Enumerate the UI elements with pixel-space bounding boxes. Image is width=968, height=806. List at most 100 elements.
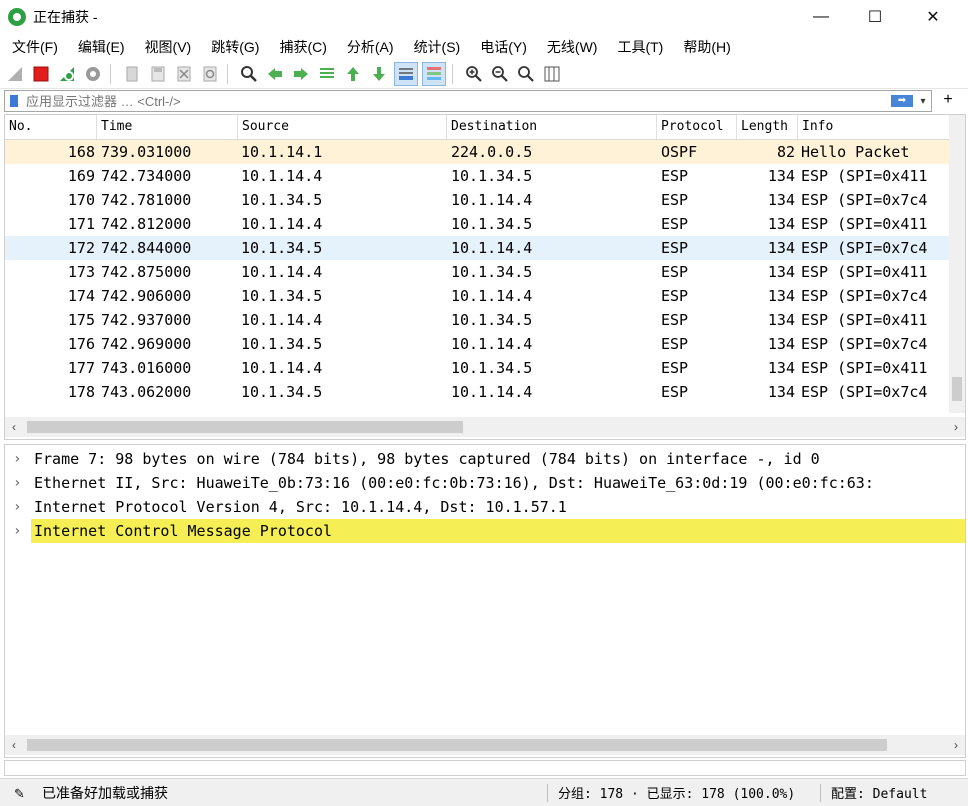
filter-dropdown-icon[interactable]: ▾ [915,96,931,107]
menu-statistics[interactable]: 统计(S) [402,37,469,57]
find-packet-icon[interactable] [238,63,260,85]
close-file-icon[interactable] [173,63,195,85]
column-header-source[interactable]: Source [238,115,447,139]
zoom-normal-icon[interactable] [515,63,537,85]
cell-protocol: ESP [661,215,689,233]
horizontal-scroll-thumb[interactable] [27,739,887,751]
go-forward-icon[interactable] [290,63,312,85]
column-header-destination[interactable]: Destination [447,115,657,139]
detail-tree-item-frame[interactable]: › Frame 7: 98 bytes on wire (784 bits), … [5,447,965,471]
menu-analyze[interactable]: 分析(A) [335,37,402,57]
cell-protocol: ESP [661,191,689,209]
detail-tree-item-ipv4[interactable]: › Internet Protocol Version 4, Src: 10.1… [5,495,965,519]
column-header-protocol[interactable]: Protocol [657,115,737,139]
stop-capture-icon[interactable] [30,63,52,85]
resize-columns-icon[interactable] [541,63,563,85]
toolbar-separator [452,64,453,84]
edit-comment-icon[interactable]: ✎ [14,786,28,801]
expand-chevron-icon[interactable]: › [13,471,27,495]
packet-row[interactable]: 171 742.812000 10.1.14.4 10.1.34.5 ESP 1… [5,212,965,236]
scroll-right-icon[interactable]: › [947,738,965,752]
cell-destination: 10.1.34.5 [451,215,533,233]
menu-tools[interactable]: 工具(T) [605,37,671,57]
packet-row[interactable]: 170 742.781000 10.1.34.5 10.1.14.4 ESP 1… [5,188,965,212]
packet-row[interactable]: 176 742.969000 10.1.34.5 10.1.14.4 ESP 1… [5,332,965,356]
cell-length: 134 [767,359,795,377]
scroll-right-icon[interactable]: › [947,420,965,434]
zoom-out-icon[interactable] [489,63,511,85]
cell-destination: 10.1.14.4 [451,287,533,305]
detail-tree-item-ethernet[interactable]: › Ethernet II, Src: HuaweiTe_0b:73:16 (0… [5,471,965,495]
menu-view[interactable]: 视图(V) [133,37,200,57]
menu-telephony[interactable]: 电话(Y) [468,37,535,57]
restart-capture-icon[interactable] [56,63,78,85]
bookmark-icon[interactable] [10,95,18,107]
close-button[interactable]: ✕ [904,0,962,34]
reload-file-icon[interactable] [199,63,221,85]
cell-time: 743.016000 [101,359,192,377]
start-capture-icon[interactable] [4,63,26,85]
menu-wireless[interactable]: 无线(W) [535,37,606,57]
cell-info: ESP (SPI=0x7c4 [801,335,928,353]
packet-row[interactable]: 178 743.062000 10.1.34.5 10.1.14.4 ESP 1… [5,380,965,404]
open-file-icon[interactable] [121,63,143,85]
display-filter-input[interactable] [24,91,891,111]
cell-destination: 224.0.0.5 [451,143,533,161]
cell-no: 173 [67,263,95,281]
go-back-icon[interactable] [264,63,286,85]
packet-row-selected[interactable]: 172 742.844000 10.1.34.5 10.1.14.4 ESP 1… [5,236,965,260]
details-horizontal-scrollbar[interactable]: ‹ › [5,735,965,755]
packet-row[interactable]: 177 743.016000 10.1.14.4 10.1.34.5 ESP 1… [5,356,965,380]
maximize-button[interactable]: ☐ [846,0,904,34]
column-header-length[interactable]: Length [737,115,798,139]
expand-chevron-icon[interactable]: › [13,519,27,543]
save-file-icon[interactable] [147,63,169,85]
column-header-no[interactable]: No. [5,115,97,139]
menu-file[interactable]: 文件(F) [0,37,66,57]
scroll-left-icon[interactable]: ‹ [5,738,23,752]
cell-no: 175 [67,311,95,329]
cell-length: 134 [767,383,795,401]
capture-options-icon[interactable] [82,63,104,85]
menu-capture[interactable]: 捕获(C) [267,37,334,57]
cell-no: 174 [67,287,95,305]
packet-row[interactable]: 175 742.937000 10.1.14.4 10.1.34.5 ESP 1… [5,308,965,332]
autoscroll-icon[interactable] [394,62,418,86]
packet-bytes-pane[interactable] [4,760,966,776]
cell-time: 742.812000 [101,215,192,233]
packet-row[interactable]: 168 739.031000 10.1.14.1 224.0.0.5 OSPF … [5,140,965,164]
zoom-in-icon[interactable] [463,63,485,85]
menu-help[interactable]: 帮助(H) [671,37,738,57]
cell-length: 134 [767,167,795,185]
detail-tree-item-icmp[interactable]: › Internet Control Message Protocol [13,519,965,543]
go-first-icon[interactable] [342,63,364,85]
expand-chevron-icon[interactable]: › [13,447,27,471]
cell-source: 10.1.34.5 [241,383,323,401]
cell-destination: 10.1.34.5 [451,359,533,377]
apply-filter-arrow-icon[interactable]: ➡ [891,95,913,107]
minimize-button[interactable]: — [792,0,850,34]
column-header-info[interactable]: Info [798,115,949,139]
colorize-icon[interactable] [422,62,446,86]
packet-list-horizontal-scrollbar[interactable]: ‹ › [5,417,965,437]
menu-edit[interactable]: 编辑(E) [66,37,133,57]
cell-protocol: ESP [661,335,689,353]
go-last-icon[interactable] [368,63,390,85]
column-header-time[interactable]: Time [97,115,238,139]
cell-length: 134 [767,239,795,257]
detail-text: Internet Protocol Version 4, Src: 10.1.1… [34,498,567,516]
packet-row[interactable]: 173 742.875000 10.1.14.4 10.1.34.5 ESP 1… [5,260,965,284]
horizontal-scroll-thumb[interactable] [27,421,463,433]
menu-go[interactable]: 跳转(G) [199,37,267,57]
cell-no: 169 [67,167,95,185]
status-profile[interactable]: 配置: Default [831,783,927,802]
cell-length: 82 [776,143,795,161]
vertical-scroll-thumb[interactable] [952,377,962,401]
add-filter-button[interactable]: + [936,90,960,110]
scroll-left-icon[interactable]: ‹ [5,420,23,434]
go-to-packet-icon[interactable] [316,63,338,85]
packet-list-vertical-scrollbar[interactable] [949,115,965,413]
packet-row[interactable]: 169 742.734000 10.1.14.4 10.1.34.5 ESP 1… [5,164,965,188]
expand-chevron-icon[interactable]: › [13,495,27,519]
packet-row[interactable]: 174 742.906000 10.1.34.5 10.1.14.4 ESP 1… [5,284,965,308]
